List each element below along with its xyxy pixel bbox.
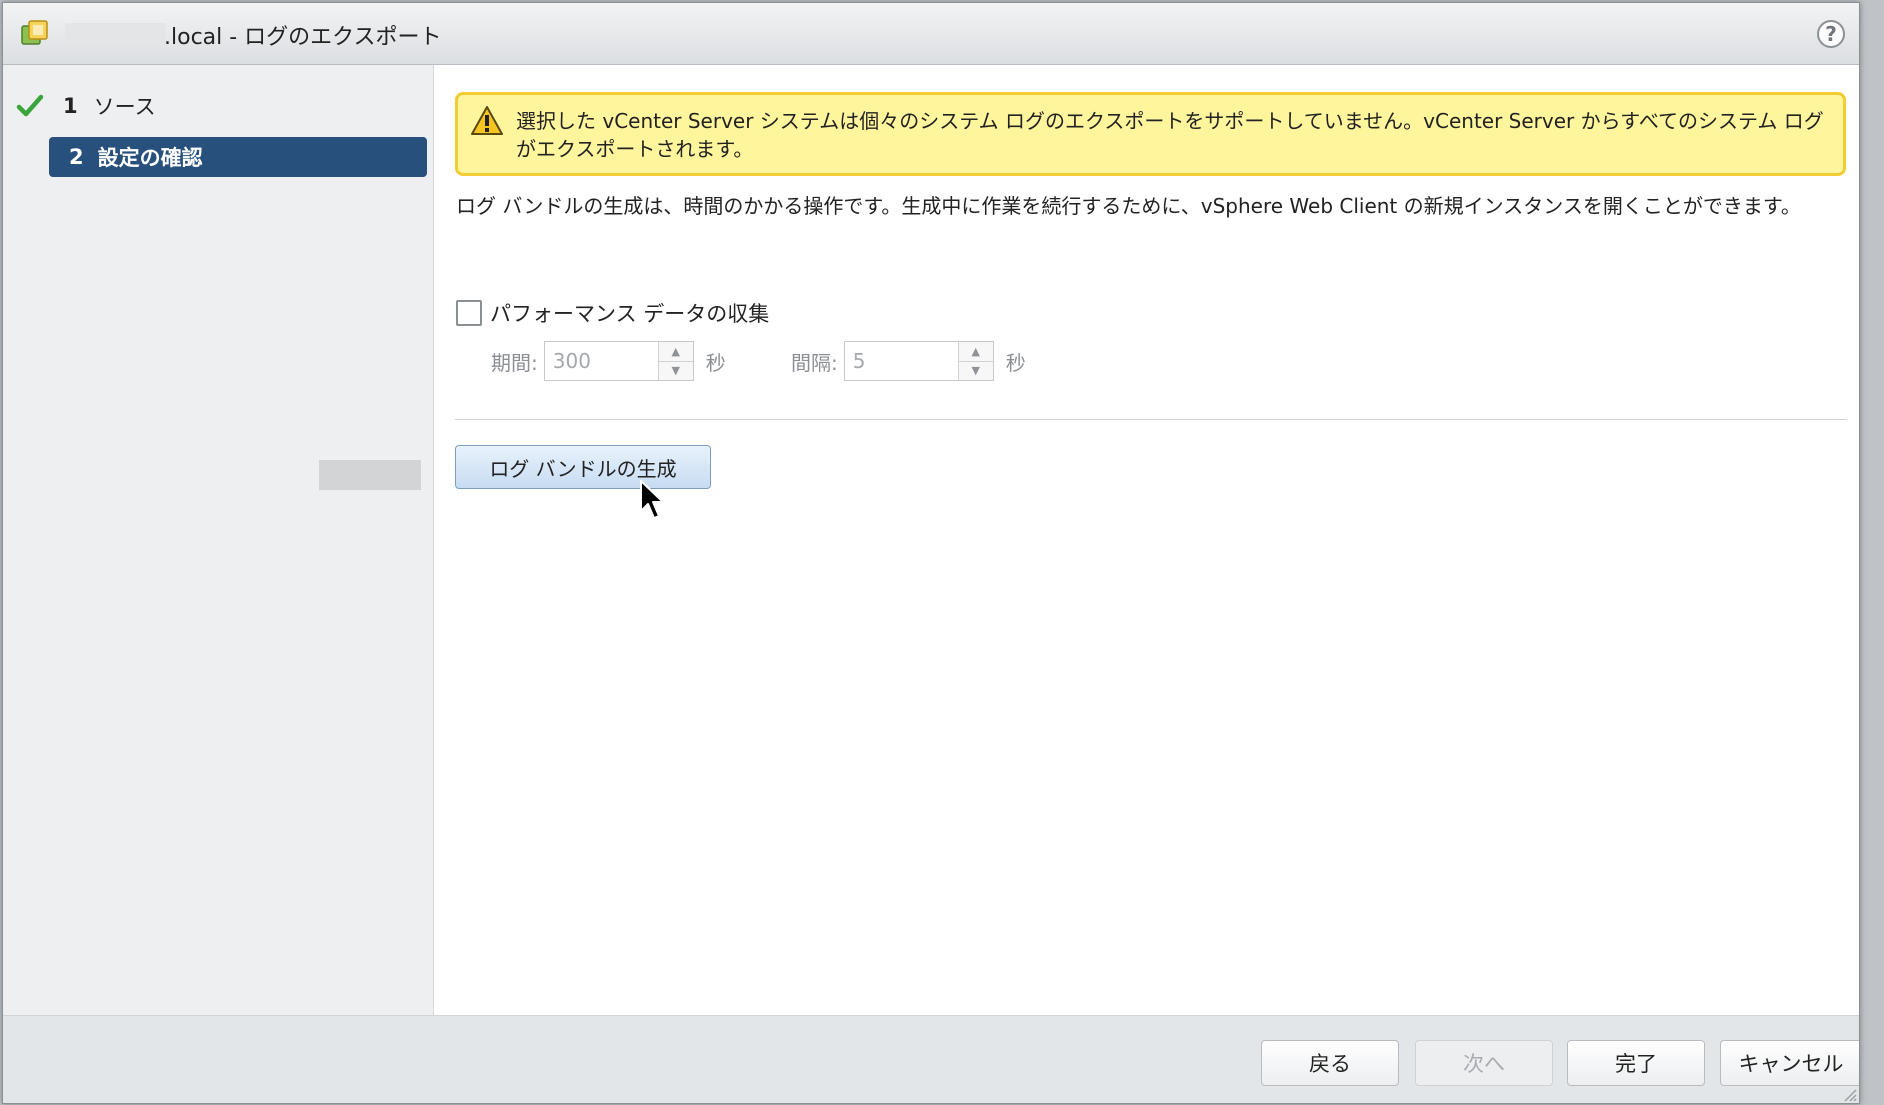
- stepper-down-icon: ▼: [958, 361, 993, 380]
- wizard-step-source[interactable]: 1 ソース: [15, 89, 156, 123]
- warning-triangle-icon: [471, 106, 503, 135]
- stepper-down-icon: ▼: [658, 361, 693, 380]
- dialog-title: .local - ログのエクスポート: [164, 25, 442, 50]
- interval-stepper-buttons: ▲ ▼: [957, 342, 993, 380]
- collect-performance-row[interactable]: パフォーマンス データの収集: [456, 298, 769, 328]
- dialog-titlebar: .local - ログのエクスポート ?: [3, 3, 1859, 65]
- wizard-content: 選択した vCenter Server システムは個々のシステム ログのエクスポ…: [434, 65, 1859, 1015]
- duration-unit: 秒: [705, 350, 726, 375]
- checkmark-icon: [16, 94, 44, 117]
- stepper-up-icon: ▲: [658, 342, 693, 362]
- wizard-step-review-settings[interactable]: 2 設定の確認: [49, 137, 427, 177]
- step-number: 1: [63, 94, 78, 118]
- interval-label: 間隔:: [791, 350, 838, 375]
- divider: [455, 419, 1847, 420]
- description-text: ログ バンドルの生成は、時間のかかる操作です。生成中に作業を続行するために、vS…: [456, 194, 1801, 218]
- finish-button[interactable]: 完了: [1567, 1040, 1705, 1086]
- step-label: 設定の確認: [97, 146, 203, 170]
- next-button: 次へ: [1415, 1040, 1553, 1086]
- step-number: 2: [69, 145, 84, 169]
- collect-performance-label: パフォーマンス データの収集: [490, 302, 770, 326]
- resize-grip-icon[interactable]: [1841, 1086, 1857, 1102]
- interval-stepper: ▲ ▼: [843, 341, 994, 381]
- back-button[interactable]: 戻る: [1261, 1040, 1399, 1086]
- mouse-cursor-icon: [640, 480, 664, 519]
- duration-stepper: ▲ ▼: [543, 341, 694, 381]
- help-icon[interactable]: ?: [1817, 20, 1845, 48]
- duration-input: [544, 342, 658, 380]
- redacted-hostname: [65, 23, 165, 45]
- duration-field: 期間: ▲ ▼ 秒: [491, 341, 726, 381]
- interval-input: [844, 342, 958, 380]
- wizard-sidebar: 1 ソース 2 設定の確認: [3, 65, 434, 1015]
- interval-unit: 秒: [1005, 350, 1026, 375]
- dialog-footer: 戻る 次へ 完了 キャンセル: [3, 1015, 1859, 1103]
- redacted-block: [319, 460, 421, 490]
- stepper-up-icon: ▲: [958, 342, 993, 362]
- duration-stepper-buttons: ▲ ▼: [657, 342, 693, 380]
- generate-log-bundle-button[interactable]: ログ バンドルの生成: [455, 445, 711, 489]
- warning-banner: 選択した vCenter Server システムは個々のシステム ログのエクスポ…: [455, 92, 1846, 176]
- cancel-button[interactable]: キャンセル: [1720, 1040, 1859, 1086]
- interval-field: 間隔: ▲ ▼ 秒: [791, 341, 1026, 381]
- warning-text: 選択した vCenter Server システムは個々のシステム ログのエクスポ…: [516, 109, 1824, 161]
- export-logs-dialog: .local - ログのエクスポート ? 1 ソース 2 設定の確認 選択した …: [2, 2, 1860, 1104]
- duration-label: 期間:: [491, 350, 538, 375]
- vsphere-app-icon: [21, 20, 48, 45]
- step-label: ソース: [93, 95, 156, 119]
- collect-performance-checkbox[interactable]: [456, 300, 482, 326]
